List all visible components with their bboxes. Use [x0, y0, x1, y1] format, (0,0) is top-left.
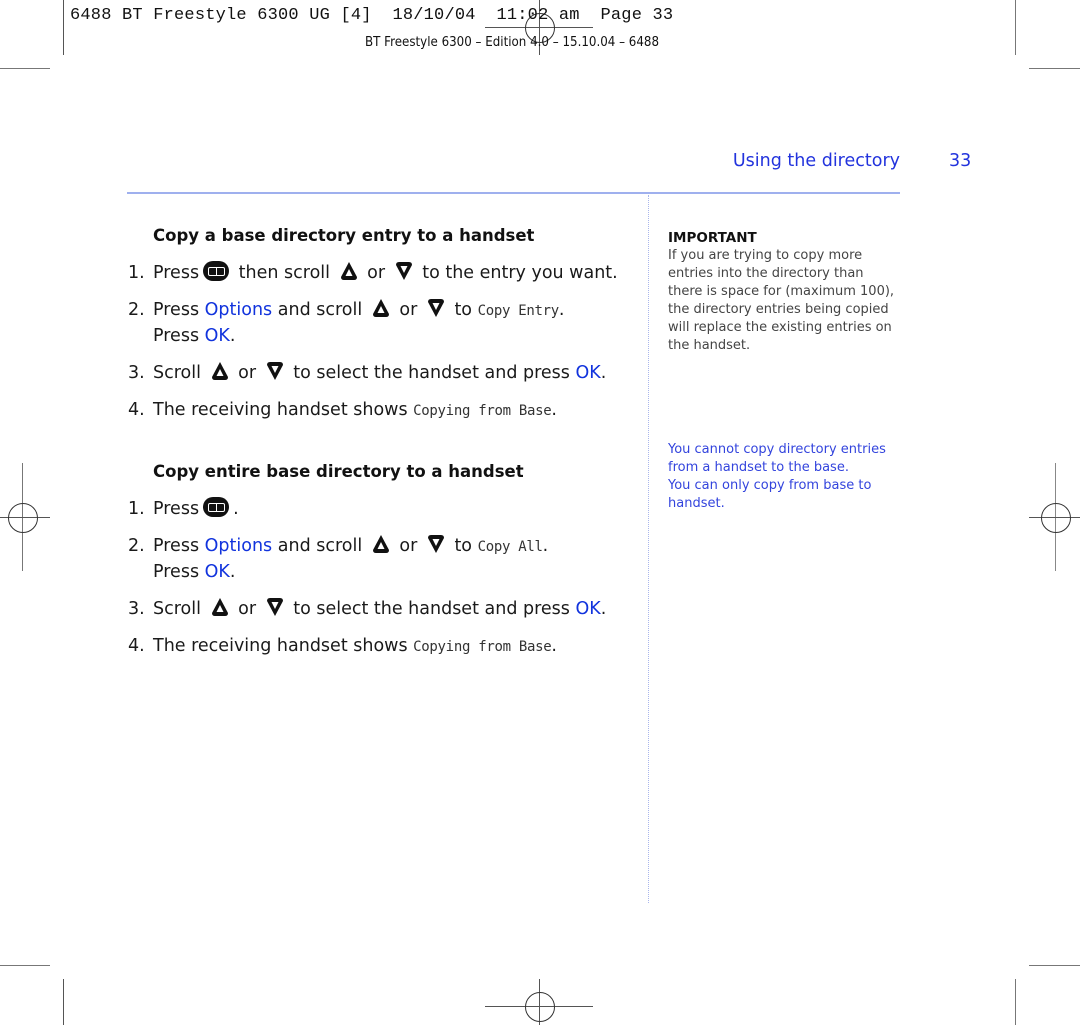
lcd-text-copy-all: Copy All [477, 539, 543, 555]
important-heading: IMPORTANT [668, 230, 757, 246]
scroll-down-icon [266, 362, 283, 380]
scroll-down-icon [395, 262, 412, 280]
step-text: Scroll [153, 363, 201, 383]
step-text: and scroll [277, 300, 363, 320]
scroll-up-icon [211, 598, 228, 616]
scroll-up-icon [372, 299, 389, 317]
step-text: Press [153, 300, 200, 320]
scroll-up-icon [340, 262, 357, 280]
lcd-text-copy-entry: Copy Entry [477, 303, 560, 319]
step-text: Press [153, 326, 200, 346]
edition-line: BT Freestyle 6300 – Edition 4.0 – 15.10.… [365, 35, 660, 50]
options-keyword: Options [204, 536, 273, 556]
header-rule [127, 192, 900, 194]
important-box: IMPORTANT If you are trying to copy more… [668, 229, 896, 355]
punctuation: . [542, 536, 549, 556]
step-number: 1. [128, 499, 145, 519]
directory-book-icon [203, 497, 230, 517]
ok-keyword: OK [575, 599, 601, 619]
crop-mark [0, 68, 50, 70]
punctuation: . [229, 326, 236, 346]
punctuation: . [551, 400, 557, 420]
step-number: 2. [128, 300, 145, 320]
step: 4. The receiving handset shows Copying f… [128, 398, 618, 424]
step-number: 1. [128, 263, 145, 283]
step-text: Press [153, 263, 200, 283]
note-line: You cannot copy directory entries from a… [668, 442, 886, 475]
crop-mark [1015, 979, 1017, 1025]
options-keyword: Options [204, 300, 273, 320]
punctuation: . [551, 636, 557, 656]
lcd-text-copying: Copying from Base [413, 639, 552, 655]
punctuation: . [229, 562, 236, 582]
note-line: You can only copy from base to handset. [668, 478, 872, 511]
ok-keyword: OK [204, 562, 230, 582]
scroll-down-icon [427, 299, 444, 317]
steps-copy-all: 1. Press. 2. Press Options and scroll or… [128, 497, 606, 672]
step-text: Press [153, 536, 200, 556]
step-number: 2. [128, 536, 145, 556]
step: 4. The receiving handset shows Copying f… [128, 634, 606, 660]
scroll-up-icon [372, 535, 389, 553]
crop-mark [0, 965, 50, 967]
step-text: or [238, 363, 257, 383]
step: 3. Scroll or to select the handset and p… [128, 597, 606, 622]
steps-copy-entry: 1. Press then scroll or to the entry you… [128, 261, 618, 436]
step-number: 3. [128, 363, 145, 383]
step-text: or [367, 263, 386, 283]
page-number: 33 [949, 151, 972, 171]
step-text: to select the handset and press [293, 363, 570, 383]
step-text: or [238, 599, 257, 619]
step-text: The receiving handset shows [153, 400, 408, 420]
step: 3. Scroll or to select the handset and p… [128, 361, 618, 386]
registration-mark [8, 503, 38, 533]
step-text: and scroll [277, 536, 363, 556]
ok-keyword: OK [204, 326, 230, 346]
crop-mark [1015, 0, 1017, 55]
running-title: Using the directory [732, 151, 900, 171]
crop-mark [1029, 68, 1080, 70]
punctuation: . [600, 599, 607, 619]
punctuation: . [233, 499, 239, 519]
crop-mark [63, 0, 65, 55]
important-text: If you are trying to copy more entries i… [668, 248, 895, 353]
step-number: 4. [128, 636, 145, 656]
punctuation: . [558, 300, 565, 320]
crop-mark [1029, 965, 1080, 967]
lcd-text-copying: Copying from Base [413, 403, 552, 419]
column-divider [648, 195, 649, 903]
scroll-down-icon [266, 598, 283, 616]
step-number: 3. [128, 599, 145, 619]
step-text: or [399, 300, 418, 320]
registration-mark [525, 992, 555, 1022]
step: 1. Press then scroll or to the entry you… [128, 261, 618, 286]
step: 1. Press. [128, 497, 606, 522]
print-slug: 6488 BT Freestyle 6300 UG [4] 18/10/04 1… [70, 6, 674, 25]
ok-keyword: OK [575, 363, 601, 383]
crop-mark [63, 979, 65, 1025]
step-text: Press [153, 499, 200, 519]
sidebar-note: You cannot copy directory entries from a… [668, 441, 896, 513]
step-text: then scroll [238, 263, 330, 283]
scroll-up-icon [211, 362, 228, 380]
step-text: to select the handset and press [293, 599, 570, 619]
step: 2. Press Options and scroll or to Copy E… [128, 298, 618, 349]
section-heading-copy-entry: Copy a base directory entry to a handset [153, 226, 535, 245]
step: 2. Press Options and scroll or to Copy A… [128, 534, 606, 585]
step-text: Scroll [153, 599, 201, 619]
step-text: to the entry you want. [422, 263, 618, 283]
step-text: to [454, 300, 473, 320]
directory-book-icon [203, 261, 230, 281]
step-text: to [454, 536, 473, 556]
section-heading-copy-all: Copy entire base directory to a handset [153, 462, 524, 481]
registration-mark [1041, 503, 1071, 533]
punctuation: . [600, 363, 607, 383]
scroll-down-icon [427, 535, 444, 553]
step-text: or [399, 536, 418, 556]
step-text: The receiving handset shows [153, 636, 408, 656]
step-number: 4. [128, 400, 145, 420]
step-text: Press [153, 562, 200, 582]
